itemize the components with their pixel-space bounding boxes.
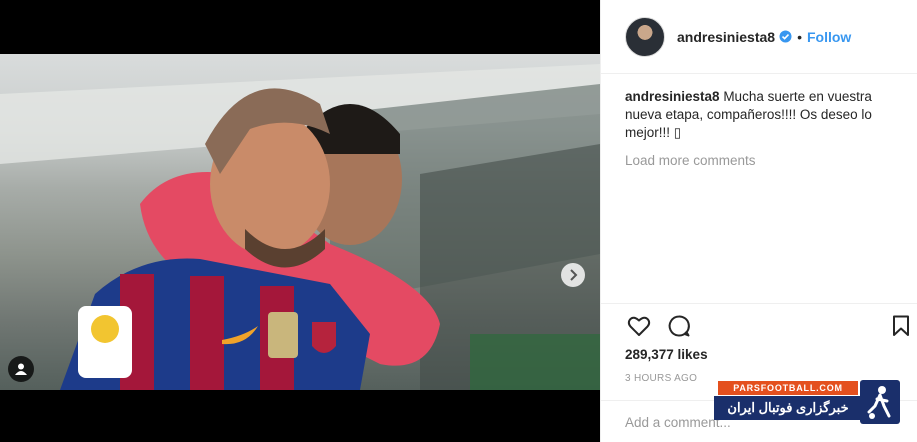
next-slide-button[interactable] [561, 263, 585, 287]
footballer-logo-icon [860, 380, 900, 424]
heart-icon [627, 316, 651, 336]
load-more-comments-button[interactable]: Load more comments [625, 152, 895, 170]
header-text: andresiniesta8 • Follow [677, 29, 851, 45]
likes-count[interactable]: 289,377 likes [625, 347, 708, 362]
actions-divider [601, 303, 917, 304]
comments-section: andresiniesta8 Mucha suerte en vuestra n… [625, 88, 895, 170]
user-tag-icon [15, 363, 27, 375]
comment-bubble-icon [668, 315, 690, 337]
parsfootball-watermark: PARSFOOTBALL.COM خبرگزاری فوتبال ایران [714, 380, 902, 426]
chevron-right-icon [570, 269, 578, 281]
post-header: andresiniesta8 • Follow [601, 0, 917, 74]
caption-username[interactable]: andresiniesta8 [625, 89, 720, 104]
username-link[interactable]: andresiniesta8 [677, 29, 775, 45]
verified-badge-icon [779, 30, 792, 43]
avatar[interactable] [625, 16, 665, 57]
tagged-users-button[interactable] [8, 356, 34, 382]
save-button[interactable] [887, 312, 915, 340]
action-buttons [625, 312, 915, 340]
follow-button[interactable]: Follow [807, 29, 851, 45]
post-timestamp[interactable]: 3 HOURS AGO [625, 373, 697, 384]
watermark-site: PARSFOOTBALL.COM [718, 381, 858, 395]
bookmark-icon [893, 315, 909, 336]
photo-illustration [0, 64, 600, 390]
comment-button[interactable] [665, 312, 693, 340]
like-button[interactable] [625, 312, 653, 340]
caption: andresiniesta8 Mucha suerte en vuestra n… [625, 88, 895, 142]
watermark-tagline: خبرگزاری فوتبال ایران [714, 396, 862, 420]
post-media [0, 0, 600, 442]
post-side-panel: andresiniesta8 • Follow andresiniesta8 M… [600, 0, 917, 442]
post-photo[interactable] [0, 54, 600, 390]
header-separator: • [797, 28, 802, 45]
